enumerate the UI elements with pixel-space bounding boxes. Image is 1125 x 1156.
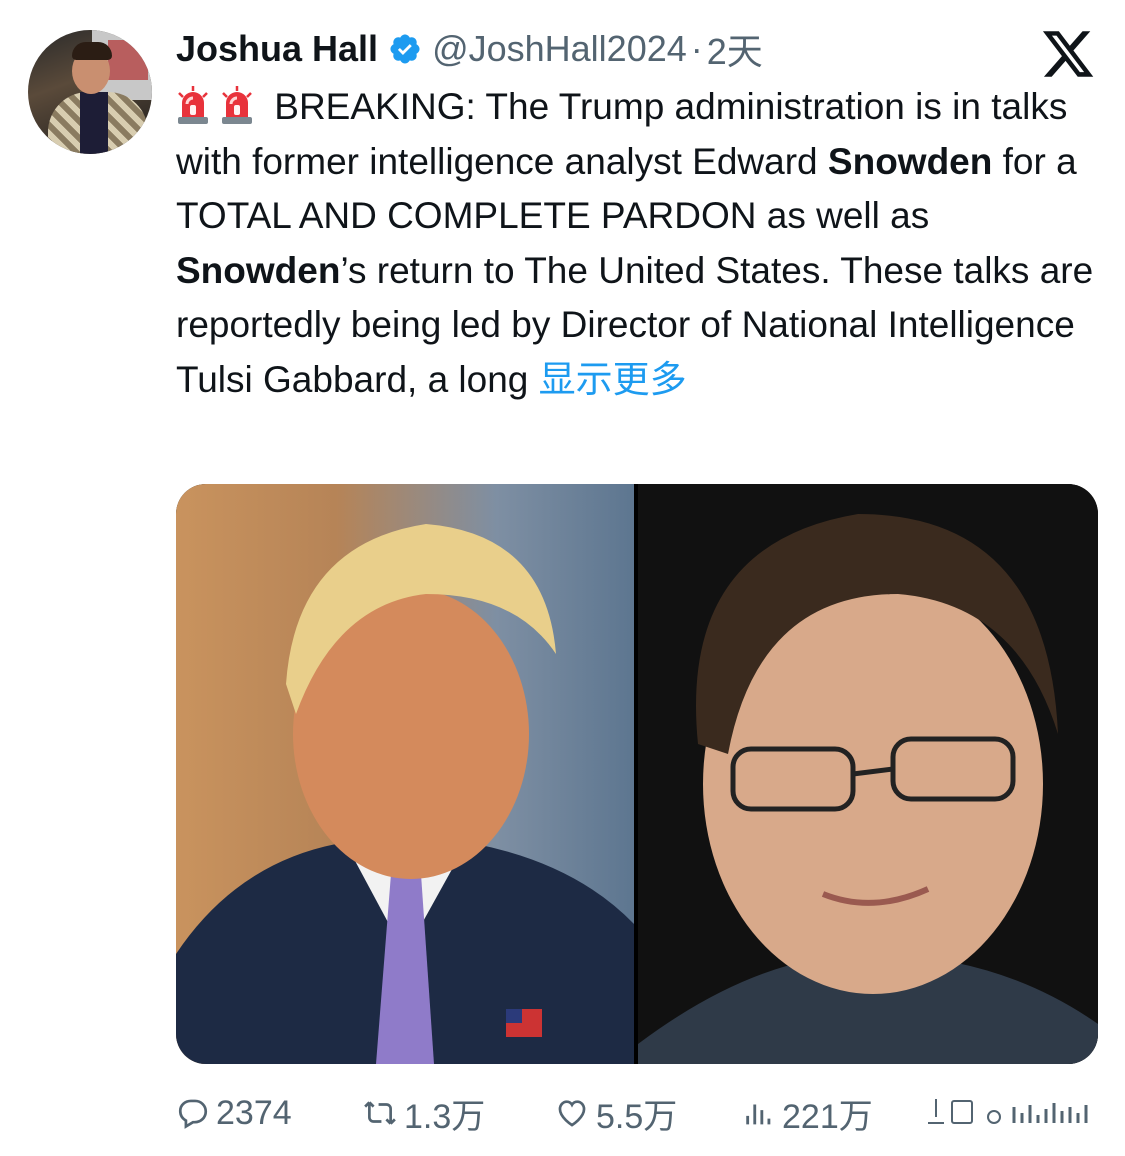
author-handle[interactable]: @JoshHall2024 <box>432 28 687 70</box>
verified-badge-icon <box>390 34 420 64</box>
avatar[interactable] <box>28 30 152 154</box>
text-segment-bold: Snowden <box>827 140 993 182</box>
media-photo-left[interactable] <box>176 484 634 1064</box>
tweet-media[interactable] <box>176 484 1098 1064</box>
heart-icon <box>558 1100 586 1127</box>
bookmark-share-group[interactable] <box>924 1088 1106 1138</box>
show-more-link[interactable]: 显示更多 <box>539 359 687 400</box>
retweet-icon <box>364 1101 396 1125</box>
views-count: 221万 <box>782 1097 873 1136</box>
tweet-header: Joshua Hall @JoshHall2024 · 2天 <box>176 24 763 74</box>
portrait-right-illustration <box>638 514 1098 1064</box>
text-segment-bold: Snowden <box>176 249 341 291</box>
police-light-icon <box>178 86 208 124</box>
views-icon <box>746 1104 771 1125</box>
retweet-count: 1.3万 <box>404 1097 486 1136</box>
tweet-text: BREAKING: The Trump administration is in… <box>176 80 1096 407</box>
police-light-icon <box>222 86 252 124</box>
like-button[interactable]: 5.5万 <box>554 1088 677 1138</box>
portrait-left-illustration <box>176 524 634 1064</box>
reply-icon <box>178 1099 208 1129</box>
retweet-button[interactable]: 1.3万 <box>362 1088 485 1138</box>
tweet-actions: 2374 1.3万 5.5万 221万 <box>176 1088 1106 1138</box>
bookmark-share-icon <box>928 1099 1088 1124</box>
like-count: 5.5万 <box>596 1097 678 1136</box>
timestamp[interactable]: 2天 <box>707 23 763 75</box>
views-button[interactable]: 221万 <box>742 1088 873 1138</box>
media-photo-right[interactable] <box>638 484 1098 1064</box>
reply-count: 2374 <box>216 1093 292 1132</box>
reply-button[interactable]: 2374 <box>176 1088 292 1138</box>
author-name[interactable]: Joshua Hall <box>176 28 378 70</box>
separator: · <box>690 28 703 69</box>
x-logo-icon <box>1042 31 1094 77</box>
